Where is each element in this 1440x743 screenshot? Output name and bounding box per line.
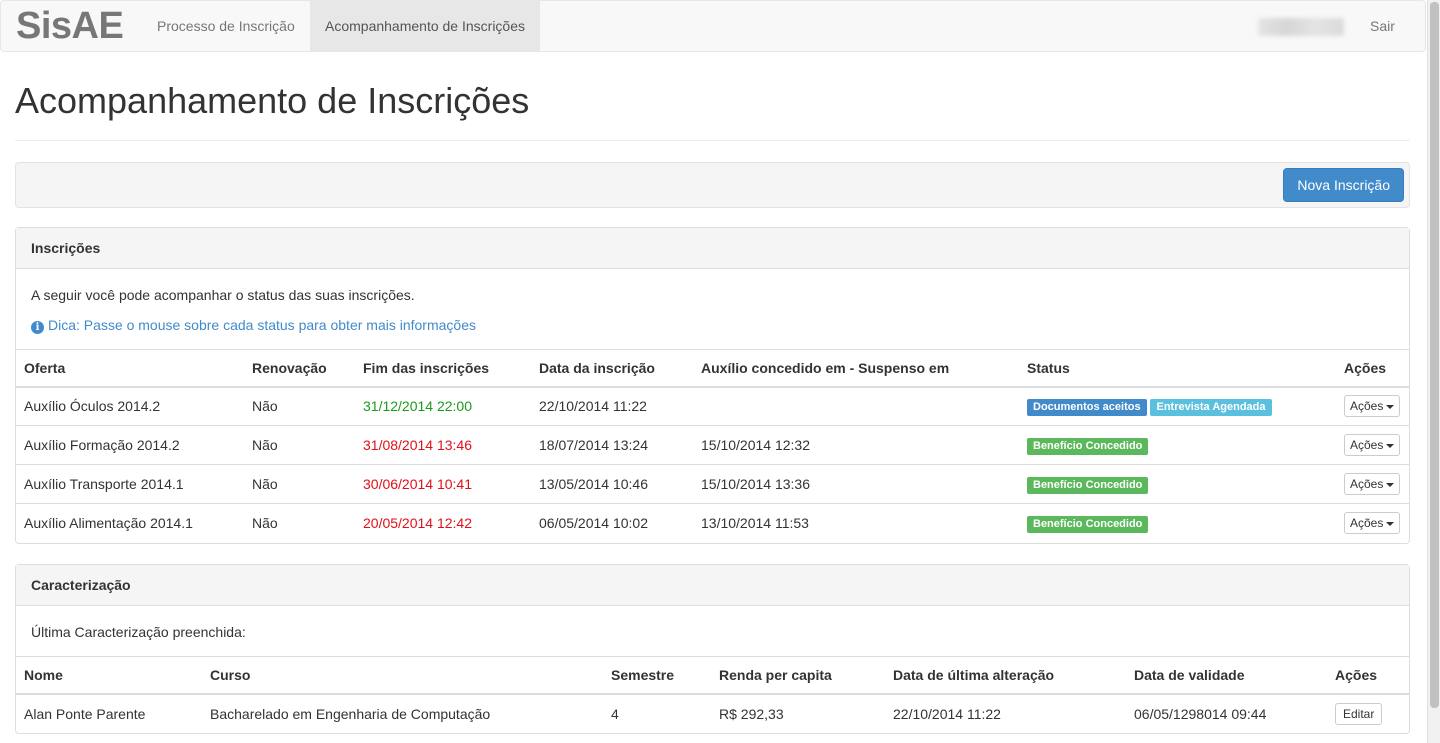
top-navbar: SisAE Processo de Inscrição Acompanhamen…	[0, 0, 1426, 52]
cell-fim: 30/06/2014 10:41	[355, 464, 531, 504]
inscricoes-panel: Inscrições A seguir você pode acompanhar…	[15, 227, 1410, 544]
caracterizacao-heading: Caracterização	[16, 565, 1409, 606]
acoes-label: Ações	[1350, 477, 1384, 491]
cell-curso: Bacharelado em Engenharia de Computação	[210, 705, 491, 722]
cell-nome: Alan Ponte Parente	[24, 705, 146, 722]
editar-button[interactable]: Editar	[1335, 702, 1383, 725]
col-acoes: Ações	[1327, 656, 1409, 695]
caret-down-icon	[1386, 482, 1395, 487]
col-data-alteracao: Data de última alteração	[885, 656, 1126, 695]
cell-status: Documentos aceitos Entrevista Agendada	[1019, 387, 1336, 426]
cell-oferta: Auxílio Transporte 2014.1	[16, 464, 244, 504]
cell-oferta: Auxílio Formação 2014.2	[16, 425, 244, 465]
cell-concedido	[693, 387, 1019, 426]
inscricoes-heading: Inscrições	[16, 228, 1409, 269]
col-semestre: Semestre	[603, 656, 711, 695]
cell-renovacao: Não	[244, 425, 355, 465]
col-renda: Renda per capita	[711, 656, 885, 695]
nav-acompanhamento[interactable]: Acompanhamento de Inscrições	[310, 1, 540, 51]
cell-fim: 20/05/2014 12:42	[355, 503, 531, 543]
inscricoes-tip: i Dica: Passe o mouse sobre cada status p…	[31, 317, 476, 334]
status-badge[interactable]: Benefício Concedido	[1027, 476, 1149, 494]
col-renovacao: Renovação	[244, 349, 355, 388]
caracterizacao-intro: Última Caracterização preenchida:	[31, 624, 246, 640]
cell-fim: 31/08/2014 13:46	[355, 425, 531, 465]
page-title: Acompanhamento de Inscrições	[15, 80, 530, 121]
caracterizacao-table: Nome Curso Semestre Renda per capita Dat…	[16, 656, 1409, 733]
col-concedido-suspenso: Auxílio concedido em - Suspenso em	[693, 349, 1019, 388]
acoes-dropdown-button[interactable]: Ações	[1344, 434, 1401, 456]
table-row: Auxílio Transporte 2014.1 Não 30/06/2014…	[16, 464, 1409, 504]
col-data-validade: Data de validade	[1126, 656, 1327, 695]
acoes-label: Ações	[1350, 516, 1384, 531]
cell-data: 18/07/2014 13:24	[531, 425, 693, 465]
inscricoes-table: Oferta Renovação Fim das inscrições Data…	[16, 349, 1409, 543]
table-row: Auxílio Formação 2014.2 Não 31/08/2014 1…	[16, 425, 1409, 465]
cell-acoes: Ações	[1336, 464, 1409, 504]
col-data-inscricao: Data da inscrição	[531, 349, 693, 388]
page-scrollbar[interactable]	[1427, 0, 1440, 743]
acoes-dropdown-button[interactable]: Ações	[1344, 512, 1401, 535]
col-oferta: Oferta	[16, 349, 244, 388]
table-header-row: Oferta Renovação Fim das inscrições Data…	[16, 349, 1409, 388]
cell-concedido: 15/10/2014 13:36	[693, 464, 1019, 504]
cell-status: Benefício Concedido	[1019, 503, 1336, 543]
caracterizacao-panel: Caracterização Última Caracterização pre…	[15, 564, 1410, 734]
cell-data: 06/05/2014 10:02	[531, 503, 693, 543]
cell-concedido: 15/10/2014 12:32	[693, 425, 1019, 465]
user-name-blurred	[1258, 18, 1344, 36]
toolbar-well: Nova Inscrição	[15, 162, 1410, 208]
cell-acoes: Ações	[1336, 425, 1409, 465]
table-row: Auxílio Óculos 2014.2 Não 31/12/2014 22:…	[16, 387, 1409, 426]
col-curso: Curso	[202, 656, 603, 695]
logout-link[interactable]: Sair	[1355, 1, 1410, 51]
acoes-label: Ações	[1350, 438, 1384, 452]
brand-logo[interactable]: SisAE	[16, 5, 124, 48]
acoes-dropdown-button[interactable]: Ações	[1344, 395, 1401, 418]
cell-fim: 31/12/2014 22:00	[363, 398, 472, 415]
cell-alteracao: 22/10/2014 11:22	[893, 705, 1001, 722]
inscricoes-intro: A seguir você pode acompanhar o status d…	[31, 287, 415, 303]
tip-text: Dica: Passe o mouse sobre cada status pa…	[48, 317, 476, 333]
status-badge[interactable]: Benefício Concedido	[1027, 515, 1149, 533]
status-badge[interactable]: Benefício Concedido	[1027, 437, 1149, 455]
nova-inscricao-button[interactable]: Nova Inscrição	[1283, 168, 1404, 202]
col-fim-inscricoes: Fim das inscrições	[355, 349, 531, 388]
caret-down-icon	[1386, 405, 1395, 410]
acoes-label: Ações	[1350, 399, 1384, 414]
cell-acoes: Ações	[1336, 503, 1409, 543]
table-header-row: Nome Curso Semestre Renda per capita Dat…	[16, 656, 1409, 695]
cell-semestre: 4	[611, 705, 619, 722]
cell-data: 22/10/2014 11:22	[539, 398, 647, 415]
status-badge[interactable]: Documentos aceitos	[1027, 398, 1147, 416]
cell-concedido: 13/10/2014 11:53	[693, 503, 1019, 543]
cell-acoes: Editar	[1327, 694, 1409, 733]
cell-renovacao: Não	[252, 398, 278, 415]
acoes-dropdown-button[interactable]: Ações	[1344, 473, 1401, 495]
caret-down-icon	[1386, 522, 1395, 527]
scrollbar-thumb[interactable]	[1430, 2, 1439, 708]
status-badge[interactable]: Entrevista Agendada	[1150, 398, 1272, 416]
cell-renovacao: Não	[244, 464, 355, 504]
cell-renda: R$ 292,33	[719, 705, 784, 722]
title-divider	[15, 140, 1410, 141]
caret-down-icon	[1386, 443, 1395, 448]
nav-processo-inscricao[interactable]: Processo de Inscrição	[142, 1, 310, 51]
table-row: Alan Ponte Parente Bacharelado em Engenh…	[16, 694, 1409, 733]
cell-status: Benefício Concedido	[1019, 464, 1336, 504]
cell-oferta: Auxílio Óculos 2014.2	[24, 398, 161, 415]
cell-renovacao: Não	[244, 503, 355, 543]
table-row: Auxílio Alimentação 2014.1 Não 20/05/201…	[16, 503, 1409, 543]
col-status: Status	[1019, 349, 1336, 388]
info-icon: i	[31, 321, 44, 334]
cell-oferta: Auxílio Alimentação 2014.1	[16, 503, 244, 543]
cell-acoes: Ações	[1336, 387, 1409, 426]
cell-status: Benefício Concedido	[1019, 425, 1336, 465]
cell-data: 13/05/2014 10:46	[531, 464, 693, 504]
col-acoes: Ações	[1336, 349, 1409, 388]
cell-validade: 06/05/1298014 09:44	[1134, 705, 1267, 722]
col-nome: Nome	[16, 656, 202, 695]
